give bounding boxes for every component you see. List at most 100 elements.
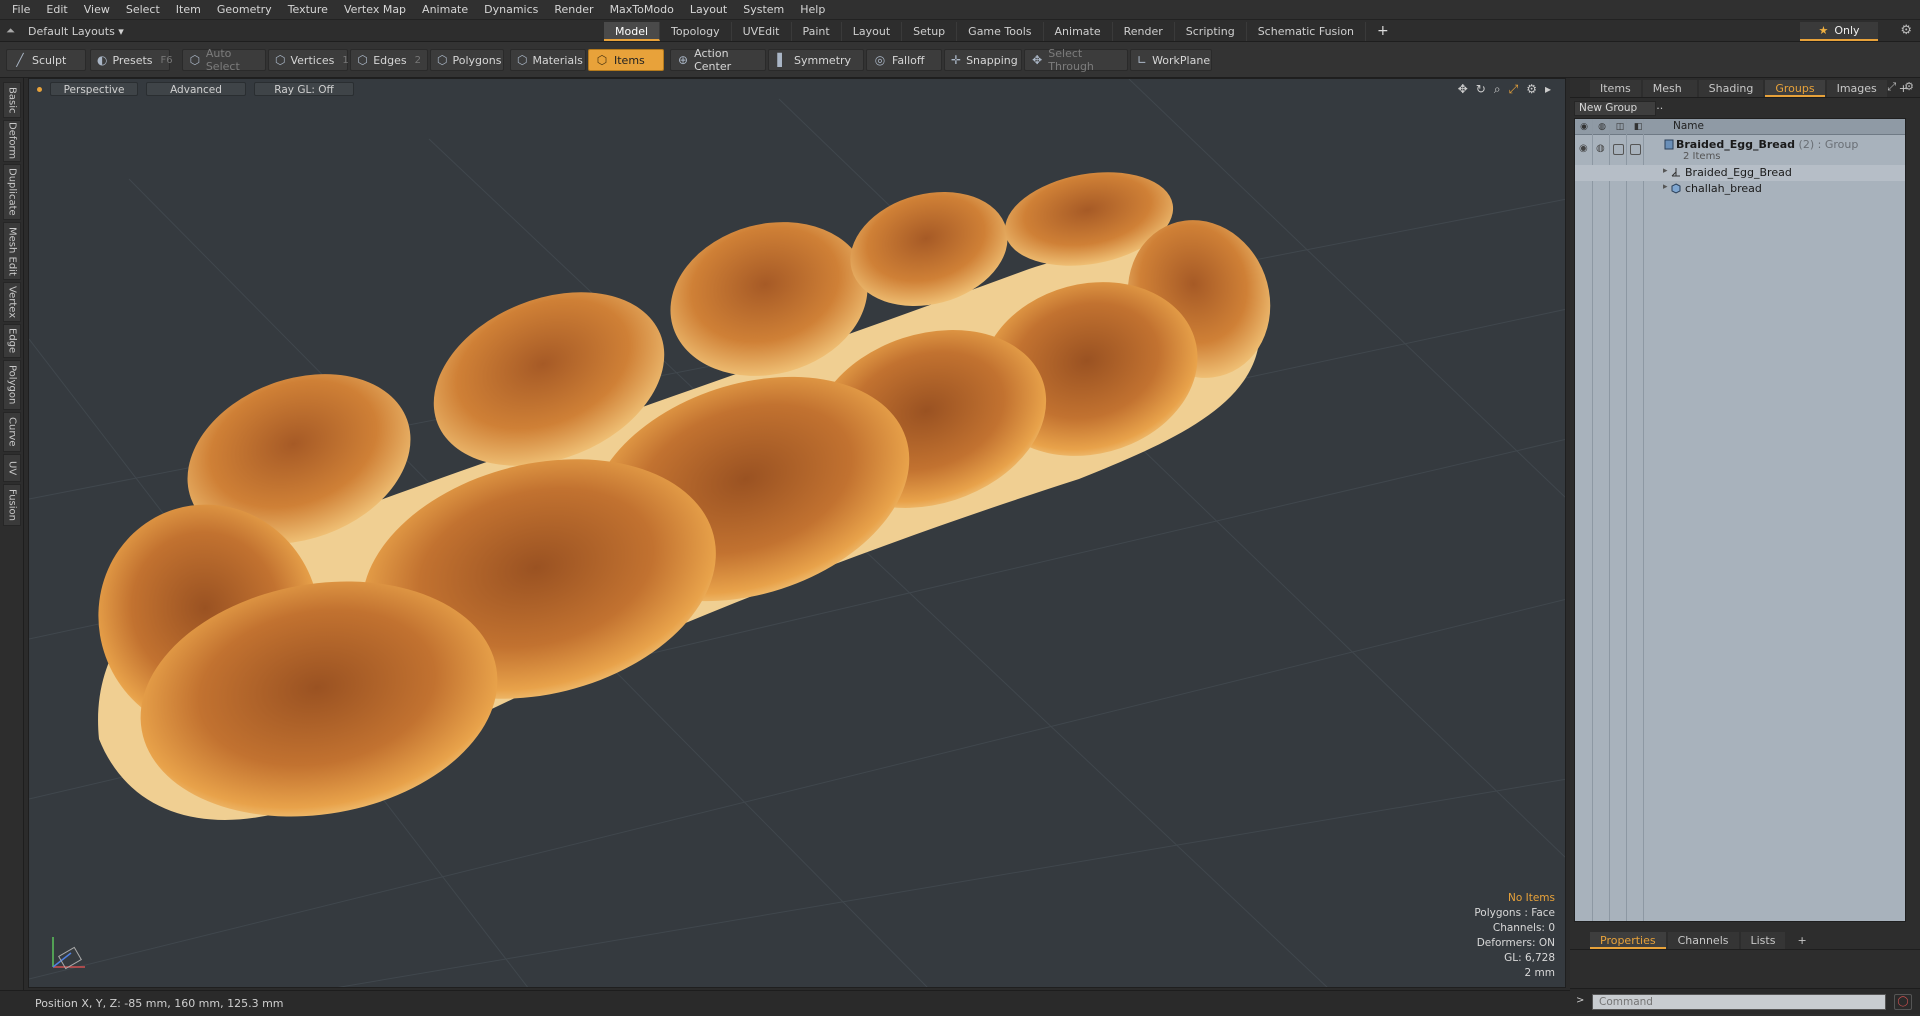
command-history-icon[interactable]: ◯ — [1894, 994, 1912, 1010]
add-bottom-tab-icon[interactable]: + — [1787, 932, 1816, 949]
zoom-view-icon[interactable]: ⌕ — [1494, 82, 1501, 97]
select-through-button[interactable]: ✥ Select Through — [1024, 47, 1128, 73]
lock-checkbox[interactable] — [1613, 144, 1624, 155]
right-panel-tabs: Items Mesh ... Shading Groups Images + — [1570, 78, 1920, 112]
menu-system[interactable]: System — [735, 0, 792, 20]
tab-deform[interactable]: Deform — [3, 120, 21, 162]
tab-groups[interactable]: Groups — [1765, 80, 1825, 97]
advanced-button[interactable]: Advanced — [146, 82, 246, 96]
tab-layout[interactable]: Layout — [842, 22, 903, 41]
layouts-dropdown[interactable]: ⏶ Default Layouts ▾ — [6, 22, 124, 40]
viewport-settings-icon[interactable]: ⚙ — [1526, 82, 1537, 97]
tree-row-child[interactable]: ▸ Braided_Egg_Bread — [1575, 165, 1905, 181]
select-checkbox[interactable] — [1630, 144, 1641, 155]
gear-icon[interactable]: ⚙ — [1900, 23, 1912, 38]
tree-expand-icon[interactable]: ▸ — [1663, 166, 1668, 176]
auto-select-button[interactable]: ⬡ Auto Select — [182, 47, 266, 73]
tab-scripting[interactable]: Scripting — [1175, 22, 1247, 41]
tab-items[interactable]: Items — [1590, 80, 1641, 97]
materials-button[interactable]: ⬡ Materials — [510, 49, 586, 71]
tree-row-child[interactable]: ▸ challah_bread — [1575, 181, 1905, 197]
action-center-label: Action Center — [694, 47, 732, 73]
tab-properties[interactable]: Properties — [1590, 932, 1666, 949]
menu-edit[interactable]: Edit — [38, 0, 75, 20]
menu-dynamics[interactable]: Dynamics — [476, 0, 546, 20]
menu-geometry[interactable]: Geometry — [209, 0, 280, 20]
viewport-menu-icon[interactable] — [37, 86, 42, 92]
tab-images[interactable]: Images — [1826, 80, 1887, 97]
sculpt-button[interactable]: ╱ Sculpt — [6, 49, 86, 71]
tab-game-tools[interactable]: Game Tools — [957, 22, 1044, 41]
tab-duplicate[interactable]: Duplicate — [3, 164, 21, 220]
menu-vertex-map[interactable]: Vertex Map — [336, 0, 414, 20]
tab-mesh[interactable]: Mesh ... — [1642, 80, 1697, 112]
tab-fusion-label: Fusion — [6, 489, 18, 521]
visibility-column-icon[interactable]: ◉ — [1577, 120, 1591, 133]
tab-shading[interactable]: Shading — [1698, 80, 1764, 97]
tab-animate[interactable]: Animate — [1044, 22, 1113, 41]
menu-item[interactable]: Item — [168, 0, 209, 20]
move-view-icon[interactable]: ✥ — [1458, 82, 1468, 97]
tab-vertex[interactable]: Vertex — [3, 282, 21, 322]
edges-label: Edges — [373, 53, 407, 67]
vertices-button[interactable]: ⬡ Vertices 1 — [268, 49, 349, 71]
viewport-scene — [29, 79, 1565, 987]
tab-channels[interactable]: Channels — [1667, 932, 1739, 949]
tab-topology[interactable]: Topology — [660, 22, 732, 41]
tab-edge[interactable]: Edge — [3, 324, 21, 358]
tab-schematic-fusion[interactable]: Schematic Fusion — [1247, 22, 1367, 41]
tree-row-group[interactable]: ◉ ◍ Braided_Egg_Bread (2) : Group 2 Item… — [1575, 137, 1905, 165]
perspective-button[interactable]: Perspective — [50, 82, 138, 96]
tab-setup[interactable]: Setup — [902, 22, 958, 41]
menu-file[interactable]: File — [4, 0, 38, 20]
items-button[interactable]: ⬡ Items — [588, 49, 664, 71]
action-center-button[interactable]: ⊕ Action Center — [670, 47, 766, 73]
expand-panel-icon[interactable]: ⤢ — [1887, 80, 1896, 94]
auto-select-label: Auto Select — [205, 47, 240, 73]
tab-render[interactable]: Render — [1113, 22, 1175, 41]
tab-mesh-edit[interactable]: Mesh Edit — [3, 222, 21, 280]
menu-texture[interactable]: Texture — [280, 0, 336, 20]
tab-model[interactable]: Model — [604, 22, 661, 41]
tab-polygon[interactable]: Polygon — [3, 360, 21, 410]
3d-viewport[interactable]: Perspective Advanced Ray GL: Off ✥ ↻ ⌕ ⤢… — [28, 78, 1566, 988]
render-column-icon[interactable]: ◍ — [1595, 120, 1609, 133]
fit-view-icon[interactable]: ⤢ — [1509, 82, 1519, 97]
menu-select[interactable]: Select — [118, 0, 168, 20]
falloff-button[interactable]: ◎ Falloff — [866, 49, 942, 71]
tab-lists[interactable]: Lists — [1740, 932, 1786, 949]
menu-render[interactable]: Render — [546, 0, 601, 20]
tab-basic[interactable]: Basic — [3, 82, 21, 118]
menu-maxtomodo[interactable]: MaxToModo — [602, 0, 682, 20]
eye-icon[interactable]: ◉ — [1579, 143, 1588, 154]
viewport-expand-icon[interactable]: ▸ — [1545, 82, 1551, 97]
raygl-button[interactable]: Ray GL: Off — [254, 82, 354, 96]
main-toolbar: ╱ Sculpt ◐ Presets F6 ⬡ Auto Select ⬡ Ve… — [0, 42, 1920, 78]
tab-fusion[interactable]: Fusion — [3, 484, 21, 526]
render-icon[interactable]: ◍ — [1596, 143, 1605, 154]
edges-button[interactable]: ⬡ Edges 2 — [350, 49, 428, 71]
workplane-button[interactable]: ∟ WorkPlane — [1130, 49, 1212, 71]
tree-expand-icon[interactable]: ▸ — [1663, 182, 1668, 192]
tab-uv[interactable]: UV — [3, 454, 21, 482]
symmetry-button[interactable]: ▌ Symmetry — [768, 49, 864, 71]
polygons-button[interactable]: ⬡ Polygons — [430, 49, 504, 71]
menu-animate[interactable]: Animate — [414, 0, 476, 20]
menu-view[interactable]: View — [76, 0, 118, 20]
new-group-button[interactable]: New Group — [1574, 101, 1656, 116]
lock-column-icon[interactable]: ◫ — [1613, 120, 1627, 133]
tab-curve[interactable]: Curve — [3, 412, 21, 452]
child-label-2: challah_bread — [1685, 182, 1762, 195]
command-input[interactable] — [1592, 994, 1886, 1010]
only-toggle[interactable]: ★ Only — [1800, 22, 1878, 41]
presets-button[interactable]: ◐ Presets F6 — [90, 49, 173, 71]
tab-uvedit[interactable]: UVEdit — [732, 22, 792, 41]
vertices-key: 1 — [342, 54, 349, 66]
snapping-button[interactable]: ✛ Snapping — [944, 49, 1022, 71]
tab-paint[interactable]: Paint — [792, 22, 842, 41]
menu-help[interactable]: Help — [792, 0, 833, 20]
add-tab-icon[interactable]: + — [1366, 22, 1400, 41]
menu-layout[interactable]: Layout — [682, 0, 735, 20]
rotate-view-icon[interactable]: ↻ — [1476, 82, 1486, 97]
panel-gear-icon[interactable]: ⚙ — [1904, 80, 1914, 94]
